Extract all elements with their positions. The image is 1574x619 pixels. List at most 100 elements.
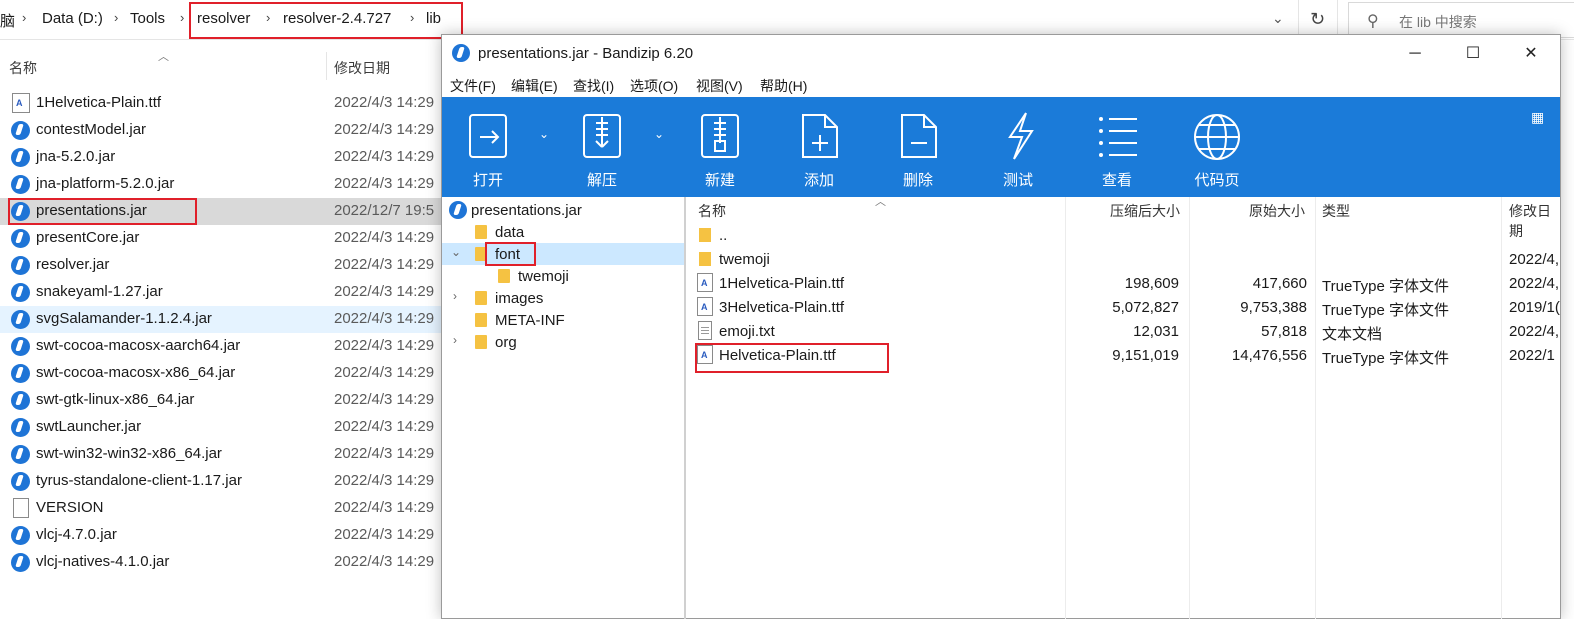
test-button[interactable]: 测试 [978,97,1058,197]
breadcrumb-pc[interactable]: 脑 [0,10,15,31]
extract-button[interactable]: 解压 [562,97,642,197]
file-name: presentCore.jar [36,229,140,246]
chevron-right-icon[interactable]: › [22,10,26,25]
file-type: 文本文档 [1322,326,1383,343]
column-divider[interactable] [326,52,327,80]
menu-edit[interactable]: 编辑(E) [511,76,558,96]
file-row[interactable]: swtLauncher.jar 2022/4/3 14:29 [0,414,445,441]
file-row[interactable]: 1Helvetica-Plain.ttf 2022/4/3 14:29 [0,90,445,117]
file-row[interactable]: swt-win32-win32-x86_64.jar 2022/4/3 14:29 [0,441,445,468]
archive-file-name: emoji.txt [719,323,775,340]
archive-row[interactable]: 1Helvetica-Plain.ttf 198,609 417,660 TrueTy… [689,271,1559,295]
jar-icon [11,256,30,275]
expanded-chevron-icon[interactable]: ⌄ [451,245,461,259]
file-row[interactable]: contestModel.jar 2022/4/3 14:29 [0,117,445,144]
tree-item-images[interactable]: › images [442,287,684,309]
delete-label: 删除 [902,172,933,189]
codepage-label: 代码页 [1194,172,1240,189]
file-name: swt-cocoa-macosx-aarch64.jar [36,337,241,354]
globe-icon [1194,114,1240,160]
tree-item-twemoji[interactable]: twemoji [442,265,684,287]
file-row[interactable]: VERSION 2022/4/3 14:29 [0,495,445,522]
column-header-date[interactable]: 修改日期 [334,58,390,78]
archive-row[interactable]: .. [689,223,1559,247]
highlight-box [189,2,463,39]
close-button[interactable]: ✕ [1508,39,1554,69]
jar-icon [11,337,30,356]
file-date: 2022/4/3 14:29 [334,283,435,300]
menu-view[interactable]: 视图(V) [696,76,743,96]
layout-grid-icon[interactable]: ▦ [1531,109,1544,126]
file-icon [13,498,29,518]
chevron-right-icon[interactable]: › [114,10,118,25]
breadcrumb-tools[interactable]: Tools [130,10,165,27]
tree-item-font[interactable]: ⌄ font [442,243,684,265]
file-name: resolver.jar [36,256,110,273]
maximize-button[interactable]: ☐ [1450,39,1496,69]
file-name: svgSalamander-1.1.2.4.jar [36,310,212,327]
collapsed-chevron-icon[interactable]: › [453,289,457,303]
file-row[interactable]: swt-cocoa-macosx-aarch64.jar 2022/4/3 14:… [0,333,445,360]
file-date: 2022/4/3 14:29 [334,391,435,408]
archive-row[interactable]: 3Helvetica-Plain.ttf 5,072,827 9,753,388 Tr… [689,295,1560,319]
column-header-type[interactable]: 类型 [1322,201,1350,221]
search-box[interactable]: ⚲ 在 lib 中搜索 [1348,2,1574,38]
file-row[interactable]: svgSalamander-1.1.2.4.jar 2022/4/3 14:29 [0,306,445,333]
file-row[interactable]: jna-5.2.0.jar 2022/4/3 14:29 [0,144,445,171]
tree-root[interactable]: presentations.jar [442,199,684,221]
archive-row[interactable]: twemoji 2022/4, [689,247,1559,271]
folder-icon [498,269,510,283]
sort-up-icon: ︿ [158,51,169,63]
search-input[interactable]: 在 lib 中搜索 [1399,12,1477,32]
extract-icon [583,114,621,158]
menu-file[interactable]: 文件(F) [450,76,496,96]
file-date: 2022/4/3 14:29 [334,256,435,273]
extract-dropdown-chevron-icon[interactable]: ⌄ [654,127,664,141]
title-bar[interactable]: presentations.jar - Bandizip 6.20 ─ ☐ ✕ [442,35,1560,71]
column-header-name[interactable]: 名称 [9,58,37,78]
minimize-button[interactable]: ─ [1392,39,1438,69]
jar-icon [11,391,30,410]
file-date: 2022/4/3 14:29 [334,310,435,327]
delete-button[interactable]: 删除 [878,97,958,197]
file-row[interactable]: jna-platform-5.2.0.jar 2022/4/3 14:29 [0,171,445,198]
extract-label: 解压 [586,172,617,189]
new-button[interactable]: 新建 [680,97,760,197]
original-size: 14,476,556 [1231,347,1307,364]
file-row[interactable]: vlcj-4.7.0.jar 2022/4/3 14:29 [0,522,445,549]
font-file-icon [697,273,713,292]
collapsed-chevron-icon[interactable]: › [453,333,457,347]
open-dropdown-chevron-icon[interactable]: ⌄ [539,127,549,141]
file-row[interactable]: swt-gtk-linux-x86_64.jar 2022/4/3 14:29 [0,387,445,414]
tree-item-org[interactable]: › org [442,331,684,353]
original-size: 9,753,388 [1240,299,1307,316]
modified-date: 2022/4, [1509,323,1560,340]
file-row[interactable]: presentCore.jar 2022/4/3 14:29 [0,225,445,252]
column-header-original[interactable]: 原始大小 [1249,201,1305,221]
view-button[interactable]: 查看 [1077,97,1157,197]
file-name: vlcj-4.7.0.jar [36,526,117,543]
toolbar: 打开 ⌄ 解压 ⌄ 新建 添加 删除 测试 查看 代码页 ▦ [442,97,1560,197]
compressed-size: 198,609 [1124,275,1179,292]
file-row[interactable]: resolver.jar 2022/4/3 14:29 [0,252,445,279]
file-row[interactable]: snakeyaml-1.27.jar 2022/4/3 14:29 [0,279,445,306]
menu-options[interactable]: 选项(O) [630,76,678,96]
file-row[interactable]: tyrus-standalone-client-1.17.jar 2022/4/3… [0,468,445,495]
archive-row[interactable]: emoji.txt 12,031 57,818 文本文档 2022/4, [689,319,1559,343]
open-button[interactable]: 打开 [448,97,528,197]
add-button[interactable]: 添加 [779,97,859,197]
column-header-compressed[interactable]: 压缩后大小 [1110,201,1180,221]
codepage-button[interactable]: 代码页 [1177,97,1257,197]
file-row[interactable]: vlcj-natives-4.1.0.jar 2022/4/3 14:29 [0,549,445,576]
chevron-right-icon[interactable]: › [180,10,184,25]
menu-find[interactable]: 查找(I) [573,76,614,96]
column-header-name[interactable]: 名称 [698,201,726,221]
chevron-down-icon[interactable]: ⌄ [1272,10,1284,27]
tree-item-label: META-INF [495,312,565,329]
tree-item-data[interactable]: data [442,221,684,243]
breadcrumb-data-drive[interactable]: Data (D:) [42,10,103,27]
file-row[interactable]: swt-cocoa-macosx-x86_64.jar 2022/4/3 14:2… [0,360,445,387]
jar-icon [11,121,30,140]
tree-item-meta-inf[interactable]: META-INF [442,309,684,331]
menu-help[interactable]: 帮助(H) [760,76,807,96]
